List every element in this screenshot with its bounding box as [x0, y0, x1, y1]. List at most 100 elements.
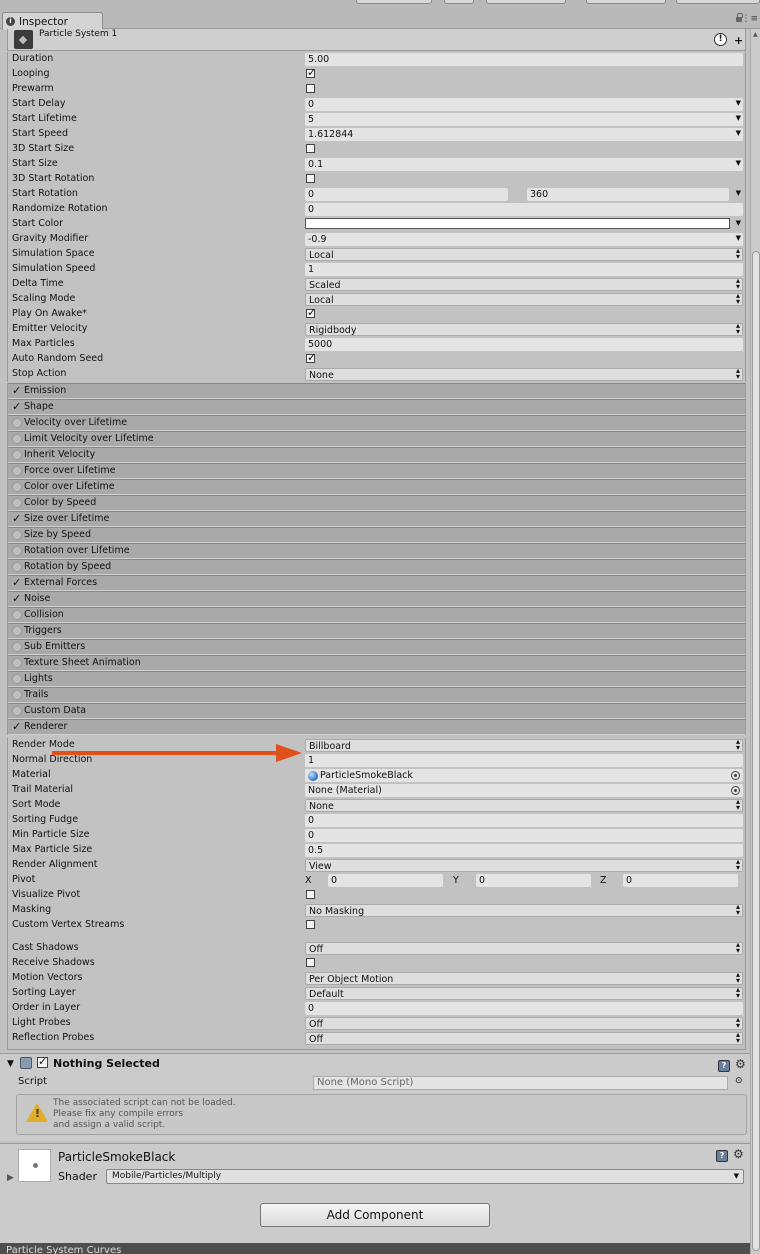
max-field[interactable]: 360: [527, 188, 729, 201]
module-header[interactable]: ✓ Renderer: [8, 719, 745, 735]
toolbar-button[interactable]: [486, 0, 566, 4]
module-checkbox-unchecked[interactable]: [12, 562, 22, 572]
module-header[interactable]: ✓ External Forces: [8, 575, 745, 591]
module-checkbox-unchecked[interactable]: [12, 466, 22, 476]
module-header[interactable]: Texture Sheet Animation: [8, 655, 745, 671]
tab-inspector[interactable]: i Inspector: [2, 12, 103, 30]
dropdown[interactable]: Off: [305, 1017, 743, 1030]
module-checkbox-checked[interactable]: ✓: [12, 721, 22, 732]
help-icon[interactable]: ?: [718, 1060, 730, 1072]
checkbox[interactable]: [306, 920, 315, 929]
module-header[interactable]: Velocity over Lifetime: [8, 415, 745, 431]
value-field[interactable]: 5000: [305, 338, 743, 351]
module-header[interactable]: Force over Lifetime: [8, 463, 745, 479]
dropdown[interactable]: Billboard: [305, 739, 743, 752]
checkbox[interactable]: [306, 84, 315, 93]
checkbox[interactable]: [306, 174, 315, 183]
value-field[interactable]: 0: [305, 829, 743, 842]
value-field[interactable]: 0: [305, 98, 743, 111]
dropdown[interactable]: None: [305, 799, 743, 812]
pivot-x-field[interactable]: 0: [328, 874, 443, 887]
menu-icon[interactable]: ⋮≡: [741, 14, 758, 24]
color-swatch[interactable]: [305, 218, 730, 229]
value-field[interactable]: 0.5: [305, 844, 743, 857]
module-checkbox-unchecked[interactable]: [12, 610, 22, 620]
object-picker-icon[interactable]: ⊙: [735, 1076, 743, 1086]
dropdown-arrow-icon[interactable]: ▼: [736, 234, 741, 242]
dropdown[interactable]: Scaled: [305, 278, 743, 291]
module-header[interactable]: Limit Velocity over Lifetime: [8, 431, 745, 447]
add-icon[interactable]: +: [734, 34, 743, 47]
module-checkbox-checked[interactable]: ✓: [12, 401, 22, 412]
module-checkbox-unchecked[interactable]: [12, 642, 22, 652]
value-field[interactable]: 1: [305, 263, 743, 276]
module-checkbox-unchecked[interactable]: [12, 530, 22, 540]
dropdown[interactable]: Off: [305, 942, 743, 955]
module-header[interactable]: Trails: [8, 687, 745, 703]
module-header[interactable]: ✓ Size over Lifetime: [8, 511, 745, 527]
checkbox[interactable]: [306, 958, 315, 967]
module-header[interactable]: Sub Emitters: [8, 639, 745, 655]
module-header[interactable]: Inherit Velocity: [8, 447, 745, 463]
module-checkbox-unchecked[interactable]: [12, 450, 22, 460]
value-field[interactable]: 1.612844: [305, 128, 743, 141]
toolbar-button[interactable]: [444, 0, 474, 4]
toolbar-button[interactable]: [676, 0, 760, 4]
module-header[interactable]: ✓ Shape: [8, 399, 745, 415]
module-header[interactable]: Collision: [8, 607, 745, 623]
gear-icon[interactable]: ⚙: [735, 1057, 746, 1071]
dropdown[interactable]: Per Object Motion: [305, 972, 743, 985]
dropdown-arrow-icon[interactable]: ▼: [736, 159, 741, 167]
value-field[interactable]: 0: [305, 814, 743, 827]
checkbox[interactable]: [306, 144, 315, 153]
checkbox[interactable]: ✓: [306, 307, 316, 318]
dropdown-arrow-icon[interactable]: ▼: [736, 99, 741, 107]
value-field[interactable]: 0: [305, 1002, 743, 1015]
gear-icon[interactable]: ⚙: [733, 1147, 744, 1161]
module-checkbox-unchecked[interactable]: [12, 706, 22, 716]
module-header[interactable]: ✓ Emission: [8, 383, 745, 399]
vertical-scrollbar[interactable]: ▲: [750, 29, 760, 1254]
object-field[interactable]: None (Material): [305, 784, 743, 797]
module-header[interactable]: Custom Data: [8, 703, 745, 719]
value-field[interactable]: 1: [305, 754, 743, 767]
module-header[interactable]: Color by Speed: [8, 495, 745, 511]
module-checkbox-checked[interactable]: ✓: [12, 385, 22, 396]
dropdown[interactable]: Local: [305, 248, 743, 261]
module-checkbox-unchecked[interactable]: [12, 674, 22, 684]
add-component-button[interactable]: Add Component: [260, 1203, 490, 1227]
pivot-z-field[interactable]: 0: [623, 874, 738, 887]
module-checkbox-unchecked[interactable]: [12, 546, 22, 556]
dropdown[interactable]: Rigidbody: [305, 323, 743, 336]
module-checkbox-unchecked[interactable]: [12, 498, 22, 508]
dropdown[interactable]: Local: [305, 293, 743, 306]
module-checkbox-unchecked[interactable]: [12, 434, 22, 444]
module-checkbox-checked[interactable]: ✓: [12, 513, 22, 524]
expand-icon[interactable]: ▶: [7, 1173, 14, 1183]
object-picker-icon[interactable]: [731, 771, 740, 780]
module-header[interactable]: Triggers: [8, 623, 745, 639]
pivot-y-field[interactable]: 0: [476, 874, 591, 887]
module-checkbox-checked[interactable]: ✓: [12, 577, 22, 588]
object-field[interactable]: ParticleSmokeBlack: [305, 769, 743, 782]
module-header[interactable]: Rotation by Speed: [8, 559, 745, 575]
object-picker-icon[interactable]: [731, 786, 740, 795]
dropdown-arrow-icon[interactable]: ▼: [736, 129, 741, 137]
module-checkbox-unchecked[interactable]: [12, 690, 22, 700]
dropdown[interactable]: Default: [305, 987, 743, 1000]
dropdown-arrow-icon[interactable]: ▼: [736, 219, 741, 227]
module-checkbox-unchecked[interactable]: [12, 626, 22, 636]
module-header[interactable]: Size by Speed: [8, 527, 745, 543]
module-checkbox-unchecked[interactable]: [12, 418, 22, 428]
module-checkbox-unchecked[interactable]: [12, 482, 22, 492]
dropdown-arrow-icon[interactable]: ▼: [736, 189, 741, 197]
dropdown[interactable]: No Masking: [305, 904, 743, 917]
dropdown[interactable]: View: [305, 859, 743, 872]
module-header[interactable]: Lights: [8, 671, 745, 687]
scroll-up-icon[interactable]: ▲: [753, 31, 758, 38]
module-checkbox-checked[interactable]: ✓: [12, 593, 22, 604]
bottom-panel-tab[interactable]: Particle System Curves: [0, 1243, 750, 1254]
script-object-field[interactable]: None (Mono Script): [313, 1076, 728, 1090]
module-checkbox-unchecked[interactable]: [12, 658, 22, 668]
value-field[interactable]: 5.00: [305, 53, 743, 66]
